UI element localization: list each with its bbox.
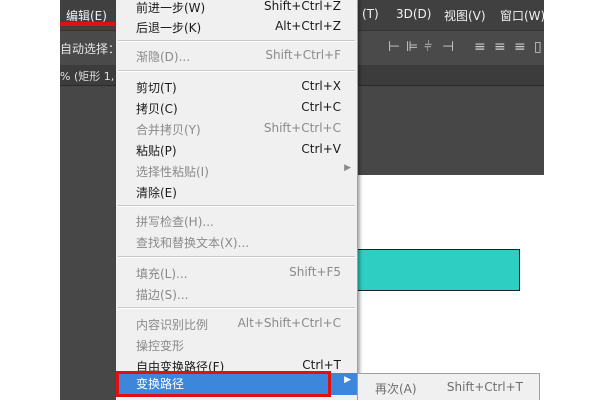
edit-menu-dropdown: 前进一步(W) Shift+Ctrl+Z 后退一步(K) Alt+Ctrl+Z … xyxy=(116,0,358,400)
menu-view[interactable]: 视图(V) xyxy=(444,7,486,24)
submenu-arrow-icon: ▶ xyxy=(344,375,351,385)
menu-separator xyxy=(118,307,355,309)
menu-item-find-replace[interactable]: 查找和替换文本(X)... xyxy=(116,232,357,252)
menu-item-copy[interactable]: 拷贝(C) Ctrl+C xyxy=(116,98,357,118)
menu-item-paste[interactable]: 粘贴(P) Ctrl+V xyxy=(116,140,357,160)
menu-3d[interactable]: 3D(D) xyxy=(396,7,431,21)
menu-separator xyxy=(118,70,355,72)
align-icon[interactable]: ⊢ xyxy=(388,39,400,55)
menu-item-puppet-warp[interactable]: 操控变形 xyxy=(116,335,357,355)
transform-path-submenu: 再次(A) Shift+Ctrl+T xyxy=(357,373,540,400)
menu-item-paste-special[interactable]: 选择性粘贴(I) ▶ xyxy=(116,161,357,181)
menu-item-clear[interactable]: 清除(E) xyxy=(116,182,357,202)
menu-window[interactable]: 窗口(W) xyxy=(500,7,544,24)
menu-separator xyxy=(118,205,355,207)
submenu-item-again[interactable]: 再次(A) xyxy=(375,380,417,397)
align-left-icon[interactable]: ⊫ xyxy=(406,39,418,55)
transform-path-highlight-box xyxy=(116,371,331,397)
distribute-top-icon[interactable]: ≡ xyxy=(474,39,486,55)
menu-item-fade[interactable]: 渐隐(D)... Shift+Ctrl+F xyxy=(116,46,357,66)
distribute-icon[interactable]: ▯ xyxy=(534,39,542,55)
menu-item-cut[interactable]: 剪切(T) Ctrl+X xyxy=(116,77,357,97)
edit-menu-highlight-underline xyxy=(60,22,116,26)
align-center-icon[interactable]: ⫩ xyxy=(424,39,432,55)
document-tab[interactable]: % (矩形 1, xyxy=(60,68,114,84)
align-right-icon[interactable]: ⊣ xyxy=(442,39,454,55)
menu-separator xyxy=(118,256,355,258)
menu-item-stroke[interactable]: 描边(S)... xyxy=(116,284,357,304)
distribute-bottom-icon[interactable]: ≡ xyxy=(514,39,526,55)
menu-item-fill[interactable]: 填充(L)... Shift+F5 xyxy=(116,263,357,283)
menu-type[interactable]: (T) xyxy=(362,7,379,21)
menu-item-spell-check[interactable]: 拼写检查(H)... xyxy=(116,211,357,231)
submenu-item-again-shortcut: Shift+Ctrl+T xyxy=(446,380,523,394)
menu-separator xyxy=(118,40,355,42)
menu-item-step-backward[interactable]: 后退一步(K) Alt+Ctrl+Z xyxy=(116,17,357,37)
submenu-arrow-icon: ▶ xyxy=(344,163,351,173)
menu-item-step-forward[interactable]: 前进一步(W) Shift+Ctrl+Z xyxy=(116,0,357,17)
menu-item-copy-merged[interactable]: 合并拷贝(Y) Shift+Ctrl+C xyxy=(116,119,357,139)
distribute-middle-icon[interactable]: ≡ xyxy=(494,39,506,55)
menu-item-content-aware-scale[interactable]: 内容识别比例 Alt+Shift+Ctrl+C xyxy=(116,314,357,334)
auto-select-label: 自动选择： xyxy=(60,42,121,56)
